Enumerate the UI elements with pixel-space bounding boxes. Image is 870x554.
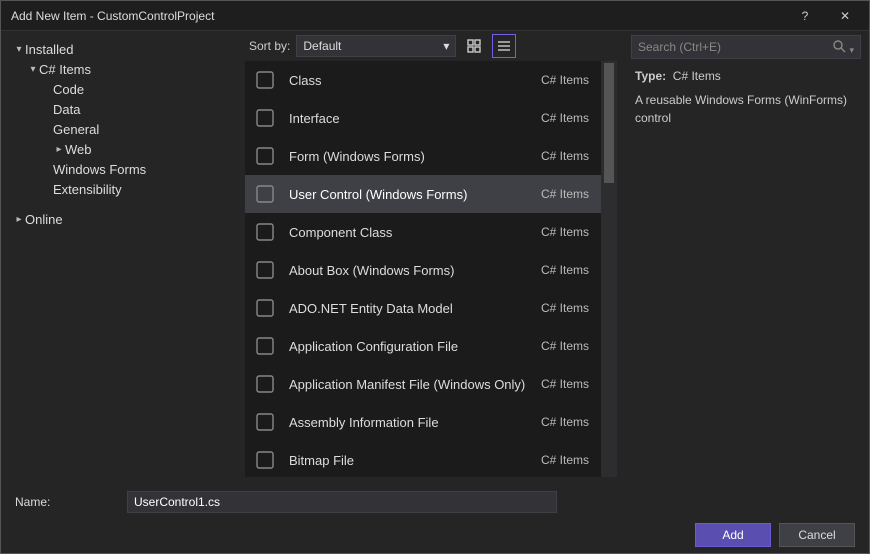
type-label: Type: <box>635 69 666 83</box>
add-button[interactable]: Add <box>695 523 771 547</box>
template-label: Assembly Information File <box>289 415 541 430</box>
tree-label: General <box>53 122 99 137</box>
template-category: C# Items <box>541 339 589 353</box>
template-item[interactable]: User Control (Windows Forms)C# Items <box>245 175 601 213</box>
search-placeholder: Search (Ctrl+E) <box>638 40 721 54</box>
expand-icon: ▾ <box>27 64 39 75</box>
sort-combo[interactable]: Default ▾ <box>296 35 456 57</box>
titlebar: Add New Item - CustomControlProject ? ✕ <box>1 1 869 31</box>
template-item[interactable]: Bitmap FileC# Items <box>245 441 601 477</box>
sort-label: Sort by: <box>249 39 290 53</box>
center-pane: Sort by: Default ▾ ClassC# ItemsInterfac… <box>243 31 623 483</box>
cancel-button[interactable]: Cancel <box>779 523 855 547</box>
view-list-button[interactable] <box>492 34 516 58</box>
tree-label: Data <box>53 102 80 117</box>
template-icon <box>253 258 277 282</box>
tree-label: Web <box>65 142 92 157</box>
scrollbar-thumb[interactable] <box>604 63 614 183</box>
expand-icon: ▸ <box>53 144 65 155</box>
item-list: ClassC# ItemsInterfaceC# ItemsForm (Wind… <box>245 61 601 477</box>
tree-node-online[interactable]: ▸Online <box>13 209 243 229</box>
button-row: Add Cancel <box>15 523 855 547</box>
template-icon <box>253 68 277 92</box>
template-category: C# Items <box>541 453 589 467</box>
template-category: C# Items <box>541 225 589 239</box>
tree-node-general[interactable]: General <box>13 119 243 139</box>
template-icon <box>253 296 277 320</box>
search-icon: ▾ <box>832 39 854 56</box>
template-label: Component Class <box>289 225 541 240</box>
sort-value: Default <box>303 39 341 53</box>
tree-node-installed[interactable]: ▾Installed <box>13 39 243 59</box>
right-pane: Search (Ctrl+E) ▾ Type: C# Items A reusa… <box>623 31 869 483</box>
name-row: Name: <box>15 491 855 513</box>
main: ▾Installed▾C# ItemsCodeDataGeneral▸WebWi… <box>1 31 869 483</box>
tree-label: Extensibility <box>53 182 122 197</box>
template-label: User Control (Windows Forms) <box>289 187 541 202</box>
toolbar: Sort by: Default ▾ <box>243 31 623 61</box>
tree-node-data[interactable]: Data <box>13 99 243 119</box>
item-list-wrap: ClassC# ItemsInterfaceC# ItemsForm (Wind… <box>245 61 617 477</box>
template-item[interactable]: InterfaceC# Items <box>245 99 601 137</box>
template-category: C# Items <box>541 263 589 277</box>
expand-icon: ▸ <box>13 214 25 225</box>
template-item[interactable]: Assembly Information FileC# Items <box>245 403 601 441</box>
template-category: C# Items <box>541 301 589 315</box>
template-icon <box>253 182 277 206</box>
close-button[interactable]: ✕ <box>825 2 865 30</box>
tree-label: Windows Forms <box>53 162 146 177</box>
tree-node-code[interactable]: Code <box>13 79 243 99</box>
template-item[interactable]: ClassC# Items <box>245 61 601 99</box>
template-item[interactable]: Component ClassC# Items <box>245 213 601 251</box>
template-label: Class <box>289 73 541 88</box>
sidebar: ▾Installed▾C# ItemsCodeDataGeneral▸WebWi… <box>1 31 243 483</box>
template-item[interactable]: ADO.NET Entity Data ModelC# Items <box>245 289 601 327</box>
template-icon <box>253 144 277 168</box>
detail-pane: Type: C# Items A reusable Windows Forms … <box>623 67 869 127</box>
template-item[interactable]: Form (Windows Forms)C# Items <box>245 137 601 175</box>
expand-icon: ▾ <box>13 44 25 55</box>
template-category: C# Items <box>541 415 589 429</box>
search-input[interactable]: Search (Ctrl+E) ▾ <box>631 35 861 59</box>
template-category: C# Items <box>541 377 589 391</box>
template-item[interactable]: Application Manifest File (Windows Only)… <box>245 365 601 403</box>
template-icon <box>253 334 277 358</box>
template-label: Form (Windows Forms) <box>289 149 541 164</box>
tree-label: Online <box>25 212 63 227</box>
template-icon <box>253 448 277 472</box>
type-value: C# Items <box>673 69 721 83</box>
template-item[interactable]: Application Configuration FileC# Items <box>245 327 601 365</box>
template-label: About Box (Windows Forms) <box>289 263 541 278</box>
template-category: C# Items <box>541 111 589 125</box>
template-label: Application Manifest File (Windows Only) <box>289 377 541 392</box>
template-category: C# Items <box>541 149 589 163</box>
description: A reusable Windows Forms (WinForms) cont… <box>635 91 857 127</box>
tree-node-extensibility[interactable]: Extensibility <box>13 179 243 199</box>
tree-node-c-items[interactable]: ▾C# Items <box>13 59 243 79</box>
scrollbar[interactable] <box>601 61 617 477</box>
template-item[interactable]: About Box (Windows Forms)C# Items <box>245 251 601 289</box>
help-button[interactable]: ? <box>785 2 825 30</box>
template-icon <box>253 106 277 130</box>
chevron-down-icon: ▾ <box>443 39 449 53</box>
template-icon <box>253 410 277 434</box>
template-label: Bitmap File <box>289 453 541 468</box>
tree-node-windows-forms[interactable]: Windows Forms <box>13 159 243 179</box>
window-title: Add New Item - CustomControlProject <box>11 9 214 23</box>
template-category: C# Items <box>541 187 589 201</box>
view-grid-button[interactable] <box>462 34 486 58</box>
name-input[interactable] <box>127 491 557 513</box>
template-category: C# Items <box>541 73 589 87</box>
template-label: Application Configuration File <box>289 339 541 354</box>
tree-label: C# Items <box>39 62 91 77</box>
template-label: Interface <box>289 111 541 126</box>
bottom-bar: Name: Add Cancel <box>1 483 869 553</box>
template-icon <box>253 372 277 396</box>
tree-label: Installed <box>25 42 73 57</box>
template-label: ADO.NET Entity Data Model <box>289 301 541 316</box>
tree-label: Code <box>53 82 84 97</box>
template-icon <box>253 220 277 244</box>
tree-node-web[interactable]: ▸Web <box>13 139 243 159</box>
name-label: Name: <box>15 495 115 509</box>
